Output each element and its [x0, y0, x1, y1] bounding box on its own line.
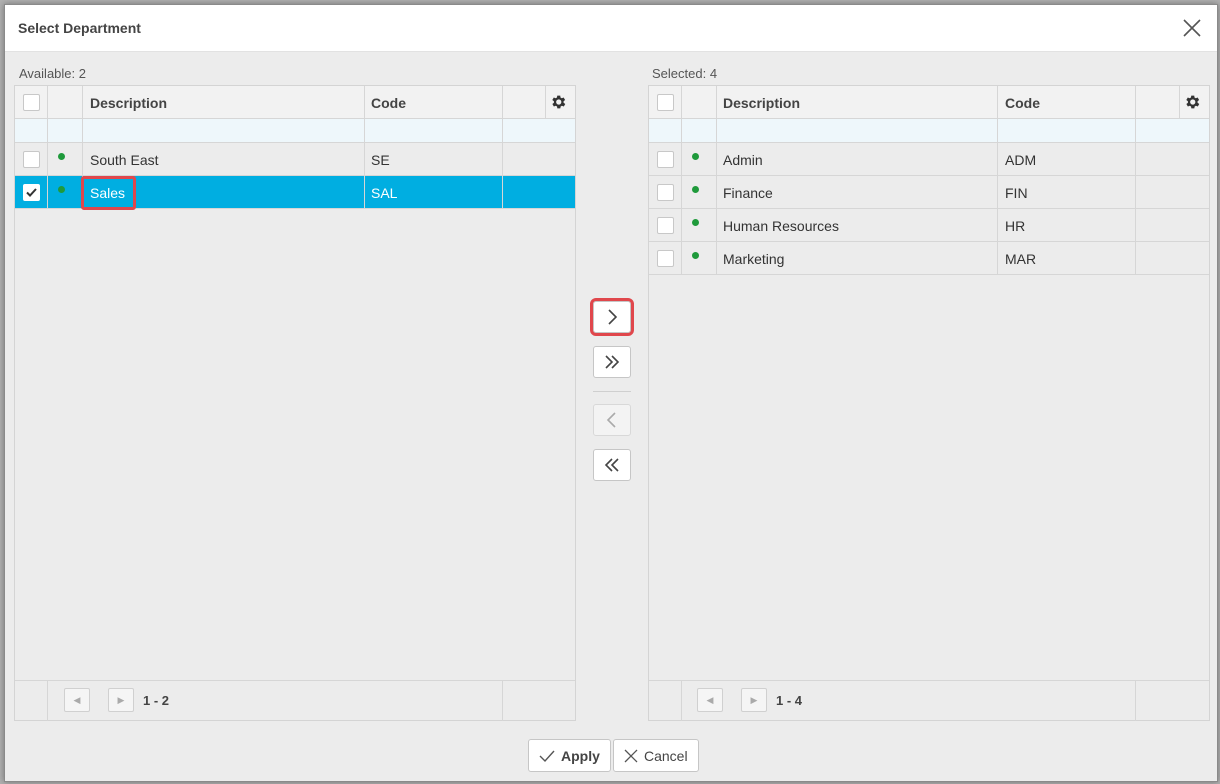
row-description: Marketing	[723, 251, 785, 267]
chevron-right-icon	[608, 309, 618, 325]
available-prev-page-icon[interactable]: ◀	[64, 688, 90, 712]
chevron-left-icon	[606, 412, 616, 428]
available-pager-text: 1 - 2	[143, 693, 170, 708]
selected-next-page-icon[interactable]: ▶	[741, 688, 767, 712]
selected-row-human-resources[interactable]: Human Resources HR	[649, 209, 1209, 242]
status-dot-icon	[692, 219, 699, 226]
dialog-header: Select Department	[5, 5, 1217, 52]
selected-select-all-checkbox[interactable]	[657, 94, 674, 111]
cancel-button[interactable]: Cancel	[613, 739, 699, 772]
double-chevron-right-icon	[605, 355, 620, 369]
double-chevron-left-icon	[604, 458, 619, 472]
row-checkbox-checked[interactable]	[23, 184, 40, 201]
available-next-page-icon[interactable]: ▶	[108, 688, 134, 712]
selected-pager-text: 1 - 4	[776, 693, 803, 708]
row-code: FIN	[1005, 185, 1028, 201]
row-code: MAR	[1005, 251, 1037, 267]
selected-row-admin[interactable]: Admin ADM	[649, 143, 1209, 176]
move-divider	[593, 391, 631, 392]
row-description: Finance	[723, 185, 773, 201]
checkmark-icon	[26, 188, 37, 197]
available-code-header[interactable]: Code	[371, 95, 406, 111]
select-department-dialog: Select Department Available: 2 Descripti…	[4, 4, 1218, 782]
row-description: South East	[90, 152, 159, 168]
available-pager: ◀ ▶ 1 - 2	[15, 680, 575, 721]
apply-button[interactable]: Apply	[528, 739, 611, 772]
available-count-label: Available: 2	[19, 66, 86, 81]
row-description: Human Resources	[723, 218, 839, 234]
available-gear-icon[interactable]	[549, 93, 567, 111]
move-all-right-button[interactable]	[593, 346, 631, 378]
row-description: Admin	[723, 152, 763, 168]
available-row-sales[interactable]: Sales SAL	[15, 176, 575, 209]
selected-grid-header: Description Code	[649, 86, 1209, 119]
available-grid: Description Code South East SE Sales SAL	[14, 85, 576, 721]
close-icon	[624, 749, 638, 762]
row-checkbox[interactable]	[23, 151, 40, 168]
selected-filter-row[interactable]	[649, 119, 1209, 143]
close-icon[interactable]	[1181, 17, 1203, 39]
selected-description-header[interactable]: Description	[723, 95, 800, 111]
selected-code-header[interactable]: Code	[1005, 95, 1040, 111]
selected-row-marketing[interactable]: Marketing MAR	[649, 242, 1209, 275]
status-dot-icon	[692, 153, 699, 160]
dialog-title: Select Department	[18, 20, 141, 36]
status-dot-icon	[692, 252, 699, 259]
status-dot-icon	[692, 186, 699, 193]
available-row-south-east[interactable]: South East SE	[15, 143, 575, 176]
move-right-button[interactable]	[590, 298, 634, 336]
row-code: ADM	[1005, 152, 1037, 168]
available-description-header[interactable]: Description	[90, 95, 167, 111]
selected-gear-icon[interactable]	[1183, 93, 1201, 111]
row-checkbox[interactable]	[657, 217, 674, 234]
selected-prev-page-icon[interactable]: ◀	[697, 688, 723, 712]
row-code: SAL	[371, 185, 398, 201]
row-description: Sales	[90, 185, 126, 201]
row-checkbox[interactable]	[657, 184, 674, 201]
checkmark-icon	[539, 750, 555, 762]
available-select-all-checkbox[interactable]	[23, 94, 40, 111]
selected-row-finance[interactable]: Finance FIN	[649, 176, 1209, 209]
move-all-left-button[interactable]	[593, 449, 631, 481]
status-dot-icon	[58, 153, 65, 160]
row-code: SE	[371, 152, 390, 168]
selected-grid: Description Code Admin ADM Finance FIN H…	[648, 85, 1210, 721]
cancel-label: Cancel	[644, 747, 688, 764]
row-code: HR	[1005, 218, 1026, 234]
available-filter-row[interactable]	[15, 119, 575, 143]
status-dot-icon	[58, 186, 65, 193]
available-grid-header: Description Code	[15, 86, 575, 119]
apply-label: Apply	[561, 747, 600, 764]
selected-pager: ◀ ▶ 1 - 4	[649, 680, 1209, 721]
row-checkbox[interactable]	[657, 151, 674, 168]
selected-count-label: Selected: 4	[652, 66, 718, 81]
row-checkbox[interactable]	[657, 250, 674, 267]
move-left-button[interactable]	[593, 404, 631, 436]
